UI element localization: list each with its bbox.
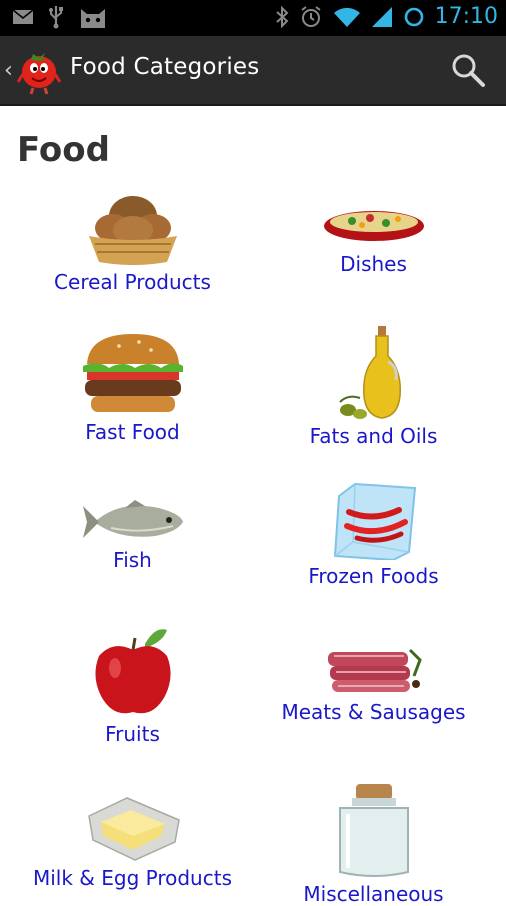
bread-basket-icon <box>88 196 177 265</box>
category-label: Dishes <box>340 252 407 276</box>
category-dishes[interactable]: Dishes <box>247 208 500 276</box>
ice-cube-peppers-icon <box>333 482 416 560</box>
dish-pan-icon <box>323 211 424 241</box>
wifi-icon <box>333 7 360 27</box>
category-miscellaneous[interactable]: Miscellaneous <box>247 784 500 906</box>
category-label: Meats & Sausages <box>281 700 466 724</box>
search-icon[interactable] <box>450 52 486 88</box>
category-fats-and-oils[interactable]: Fats and Oils <box>247 326 500 448</box>
butter-icon <box>87 797 180 861</box>
category-label: Fast Food <box>85 420 180 444</box>
section-title: Food <box>17 130 110 170</box>
android-cat-icon <box>81 9 105 28</box>
category-meats-sausages[interactable]: Meats & Sausages <box>247 642 500 724</box>
up-navigation-button[interactable]: ‹ <box>4 36 66 104</box>
category-label: Cereal Products <box>54 270 211 294</box>
category-fruits[interactable]: Fruits <box>6 626 259 746</box>
category-label: Fruits <box>105 722 160 746</box>
sync-icon <box>404 7 423 26</box>
oil-bottle-icon <box>338 326 401 419</box>
fish-icon <box>82 500 183 538</box>
category-label: Milk & Egg Products <box>32 866 232 890</box>
category-frozen-foods[interactable]: Frozen Foods <box>247 482 500 588</box>
action-bar: ‹ Food Categories <box>0 36 506 106</box>
usb-icon <box>49 6 63 29</box>
status-bar: 17:10 <box>0 0 506 36</box>
category-fast-food[interactable]: Fast Food <box>6 330 259 444</box>
category-label: Frozen Foods <box>308 564 439 588</box>
meat-icon <box>327 648 422 692</box>
category-label: Fish <box>113 548 152 572</box>
bluetooth-icon <box>275 5 289 28</box>
burger-icon <box>82 334 183 412</box>
category-fish[interactable]: Fish <box>6 498 259 572</box>
mail-icon <box>12 9 34 24</box>
category-label: Miscellaneous <box>303 882 444 906</box>
category-milk-egg-products[interactable]: Milk & Egg Products <box>6 796 259 890</box>
category-label: Fats and Oils <box>309 424 438 448</box>
apple-icon <box>94 629 171 714</box>
status-time: 17:10 <box>434 4 498 29</box>
tomato-mascot-icon <box>16 53 61 95</box>
alarm-icon <box>300 5 321 27</box>
chevron-left-icon: ‹ <box>4 57 13 83</box>
signal-icon <box>371 6 392 27</box>
jar-icon <box>338 784 409 877</box>
category-cereal-products[interactable]: Cereal Products <box>6 192 259 294</box>
action-bar-title: Food Categories <box>70 54 260 80</box>
category-grid: Cereal Products Dishes Fast Food Fats an… <box>0 180 506 906</box>
